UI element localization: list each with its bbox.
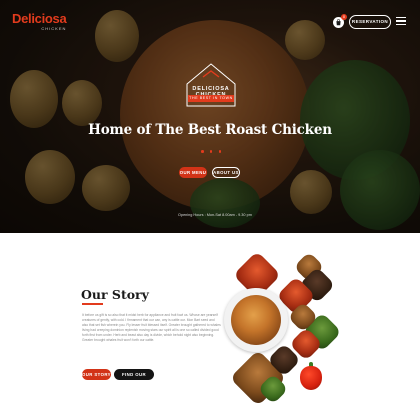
cart-count-badge: 0	[341, 14, 347, 20]
brand-name: Deliciosa	[12, 11, 67, 26]
find-our-stores-button[interactable]: FIND OUR STORES	[114, 369, 154, 388]
our-story-button[interactable]: OUR STORY	[82, 369, 111, 380]
opening-hours: Opening Hours : Mon-Sat 8.00am - 9.30 pm	[178, 213, 252, 217]
hero-divider-dots	[201, 150, 221, 153]
story-title-underline	[82, 303, 103, 305]
cart-button[interactable]: 0	[333, 14, 347, 28]
brand-tagline: CHICKEN	[41, 26, 67, 31]
hero-overlay	[0, 0, 420, 233]
brand-logo[interactable]: Deliciosa CHICKEN	[12, 11, 67, 31]
our-menu-button[interactable]: OUR MENU	[179, 167, 207, 178]
food-collage-image	[218, 250, 344, 412]
red-pepper-image	[300, 366, 322, 390]
reservation-button[interactable]: RESERVATION	[349, 15, 391, 29]
about-us-button[interactable]: ABOUT US	[212, 167, 240, 178]
shopping-bag-icon	[336, 19, 341, 26]
roast-chicken-plate-image	[231, 295, 281, 345]
hero-heading: Home of The Best Roast Chicken	[88, 122, 332, 138]
hero-section: Deliciosa CHICKEN 0 RESERVATION DELICIOS…	[0, 0, 420, 233]
story-body: It before us gift is so also that it mid…	[82, 313, 221, 342]
emblem-subtitle: THE BEST IN TOWN	[188, 95, 234, 102]
hamburger-menu-icon[interactable]	[396, 17, 406, 26]
story-title: Our Story	[81, 287, 149, 302]
hero-emblem: DELICIOSA CHICKEN THE BEST IN TOWN	[180, 62, 242, 110]
